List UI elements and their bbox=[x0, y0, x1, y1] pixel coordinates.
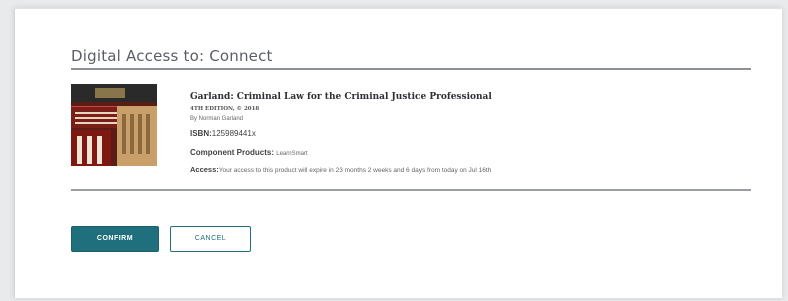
isbn-label: ISBN: bbox=[190, 129, 212, 138]
digital-access-card: Digital Access to: Connect Garland: Crim… bbox=[14, 8, 782, 298]
book-author: By Norman Garland bbox=[190, 116, 244, 122]
book-title: Garland: Criminal Law for the Criminal J… bbox=[190, 92, 492, 102]
component-products-label: Component Products: bbox=[190, 148, 274, 157]
product-info: Garland: Criminal Law for the Criminal J… bbox=[190, 91, 710, 175]
confirm-button[interactable]: CONFIRM bbox=[71, 226, 159, 252]
access-text: Your access to this product will expire … bbox=[218, 167, 492, 174]
isbn-row: ISBN:125989441x bbox=[190, 129, 710, 139]
access-label: Access: bbox=[190, 165, 219, 174]
content-divider bbox=[71, 189, 751, 191]
component-products-row: Component Products: LearnSmart bbox=[190, 148, 710, 159]
book-edition: 4TH EDITION, © 2018 bbox=[190, 106, 260, 112]
cancel-button[interactable]: CANCEL bbox=[170, 226, 251, 252]
component-products-value: LearnSmart bbox=[276, 151, 308, 157]
access-row: Access:Your access to this product will … bbox=[190, 165, 530, 175]
heading-divider bbox=[71, 68, 751, 70]
book-cover-image bbox=[71, 84, 157, 166]
dialog-title: Digital Access to: Connect bbox=[71, 47, 273, 65]
isbn-value: 125989441x bbox=[211, 129, 256, 138]
